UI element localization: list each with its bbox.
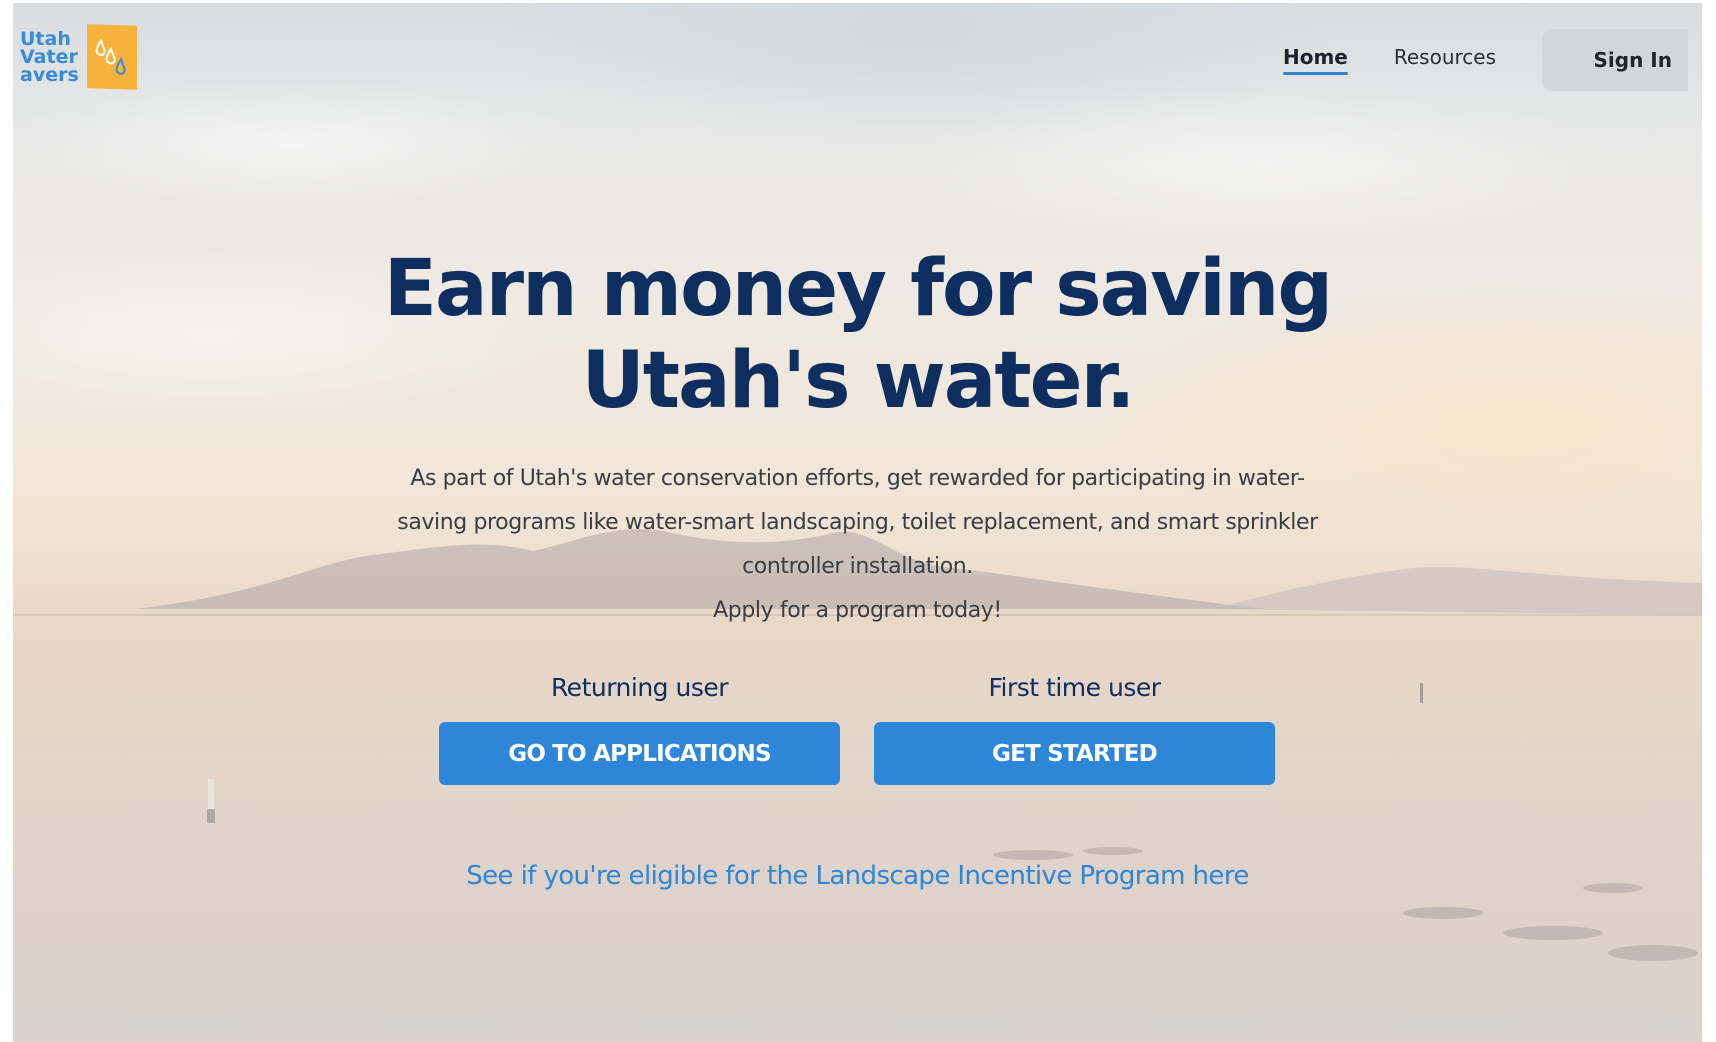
logo-wordmark: Utah Vater avers <box>20 30 79 86</box>
hero-title-line-1: Earn money for saving <box>383 244 1334 334</box>
site-logo[interactable]: Utah Vater avers <box>20 24 137 90</box>
hero-description: As part of Utah's water conservation eff… <box>393 457 1323 633</box>
nav-home-link[interactable]: Home <box>1282 45 1348 75</box>
go-to-applications-button[interactable]: GO TO APPLICATIONS <box>439 722 840 785</box>
logo-badge <box>86 24 137 90</box>
hero-title: Earn money for saving Utah's water. <box>13 243 1702 427</box>
hero-section: Earn money for saving Utah's water. As p… <box>13 243 1702 633</box>
water-drops-icon <box>95 38 126 75</box>
returning-user-group: Returning user GO TO APPLICATIONS <box>439 673 840 785</box>
sign-in-button[interactable]: Sign In <box>1542 29 1688 91</box>
nav-resources-link[interactable]: Resources <box>1394 45 1496 75</box>
hero-cta-text: Apply for a program today! <box>713 598 1002 623</box>
first-time-user-group: First time user GET STARTED <box>874 673 1275 785</box>
get-started-button[interactable]: GET STARTED <box>874 722 1275 785</box>
hero-description-text: As part of Utah's water conservation eff… <box>397 466 1318 579</box>
logo-line-3: avers <box>20 64 79 86</box>
user-actions: Returning user GO TO APPLICATIONS First … <box>439 673 1275 785</box>
returning-user-label: Returning user <box>550 673 729 702</box>
page-viewport: Utah Vater avers Home Resources Sign In … <box>13 3 1702 1042</box>
landscape-incentive-eligibility-link[interactable]: See if you're eligible for the Landscape… <box>13 861 1702 891</box>
top-navigation: Home Resources Sign In <box>1282 29 1688 91</box>
hero-title-line-2: Utah's water. <box>581 336 1135 426</box>
first-time-user-label: First time user <box>988 673 1161 702</box>
